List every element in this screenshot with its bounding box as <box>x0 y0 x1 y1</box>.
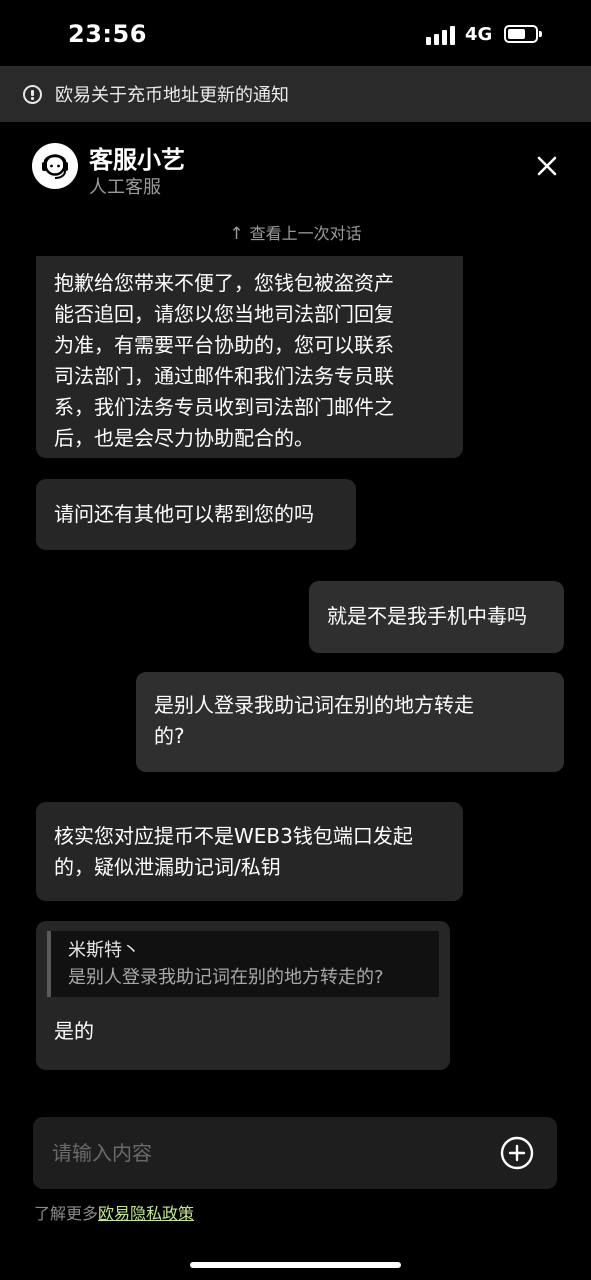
message-line: 抱歉给您带来不便了，您钱包被盗资产 <box>54 271 394 295</box>
agent-reply-bubble: 米斯特丶 是别人登录我助记词在别的地方转走的? 是的 <box>36 921 450 1070</box>
user-message-bubble: 是别人登录我助记词在别的地方转走 的? <box>136 672 564 772</box>
agent-message-bubble: 核实您对应提币不是WEB3钱包端口发起 的，疑似泄漏助记词/私钥 <box>36 802 463 901</box>
status-time: 23:56 <box>68 20 147 48</box>
message-line: 后，也是会尽力协助配合的。 <box>54 426 314 450</box>
avatar <box>32 143 78 189</box>
chat-screen: 23:56 4G 欧易关于充币地址更新的通知 客服小艺 人工客服 ↑ 查看上一次… <box>0 0 591 1280</box>
battery-icon <box>504 25 542 43</box>
message-input[interactable] <box>52 1117 492 1189</box>
privacy-notice: 了解更多欧易隐私政策 <box>34 1200 194 1224</box>
message-line: 就是不是我手机中毒吗 <box>327 604 527 628</box>
agent-name: 客服小艺 <box>89 146 185 174</box>
quote-text: 是别人登录我助记词在别的地方转走的? <box>68 967 384 988</box>
history-link-label: 查看上一次对话 <box>249 224 362 243</box>
message-line: 的? <box>154 724 185 748</box>
message-line: 系，我们法务专员收到司法部门邮件之 <box>54 395 394 419</box>
notice-banner[interactable]: 欧易关于充币地址更新的通知 <box>0 66 591 122</box>
view-previous-conversation-link[interactable]: ↑ 查看上一次对话 <box>0 220 591 244</box>
message-line: 是别人登录我助记词在别的地方转走 <box>154 693 474 717</box>
home-indicator[interactable] <box>190 1262 401 1268</box>
user-message-bubble: 就是不是我手机中毒吗 <box>309 581 564 653</box>
notice-text: 欧易关于充币地址更新的通知 <box>55 85 289 106</box>
agent-message-bubble: 请问还有其他可以帮到您的吗 <box>36 479 356 550</box>
quote-author: 米斯特丶 <box>68 940 140 961</box>
privacy-prefix: 了解更多 <box>34 1204 99 1223</box>
agent-message-bubble: 抱歉给您带来不便了，您钱包被盗资产 能否追回，请您以您当地司法部门回复 为准，有… <box>36 256 463 458</box>
message-line: 的，疑似泄漏助记词/私钥 <box>54 855 281 879</box>
privacy-policy-link[interactable]: 欧易隐私政策 <box>98 1204 194 1223</box>
close-icon[interactable] <box>532 151 562 181</box>
message-line: 是的 <box>54 1019 94 1043</box>
chat-header: 客服小艺 人工客服 <box>0 122 591 212</box>
message-line: 司法部门，通过邮件和我们法务专员联 <box>54 364 394 388</box>
signal-bars-icon <box>426 25 456 45</box>
status-bar: 23:56 4G <box>0 0 591 66</box>
network-label: 4G <box>465 24 493 45</box>
headset-agent-icon <box>42 154 68 179</box>
message-composer <box>33 1117 557 1189</box>
info-circle-icon <box>23 84 42 104</box>
up-arrow-icon: ↑ <box>229 224 244 244</box>
plus-circle-icon[interactable] <box>500 1136 534 1170</box>
agent-role: 人工客服 <box>89 177 161 198</box>
quoted-message[interactable]: 米斯特丶 是别人登录我助记词在别的地方转走的? <box>47 931 439 997</box>
message-line: 核实您对应提币不是WEB3钱包端口发起 <box>54 824 413 848</box>
message-line: 为准，有需要平台协助的，您可以联系 <box>54 333 394 357</box>
message-line: 能否追回，请您以您当地司法部门回复 <box>54 302 394 326</box>
message-line: 请问还有其他可以帮到您的吗 <box>54 502 314 526</box>
